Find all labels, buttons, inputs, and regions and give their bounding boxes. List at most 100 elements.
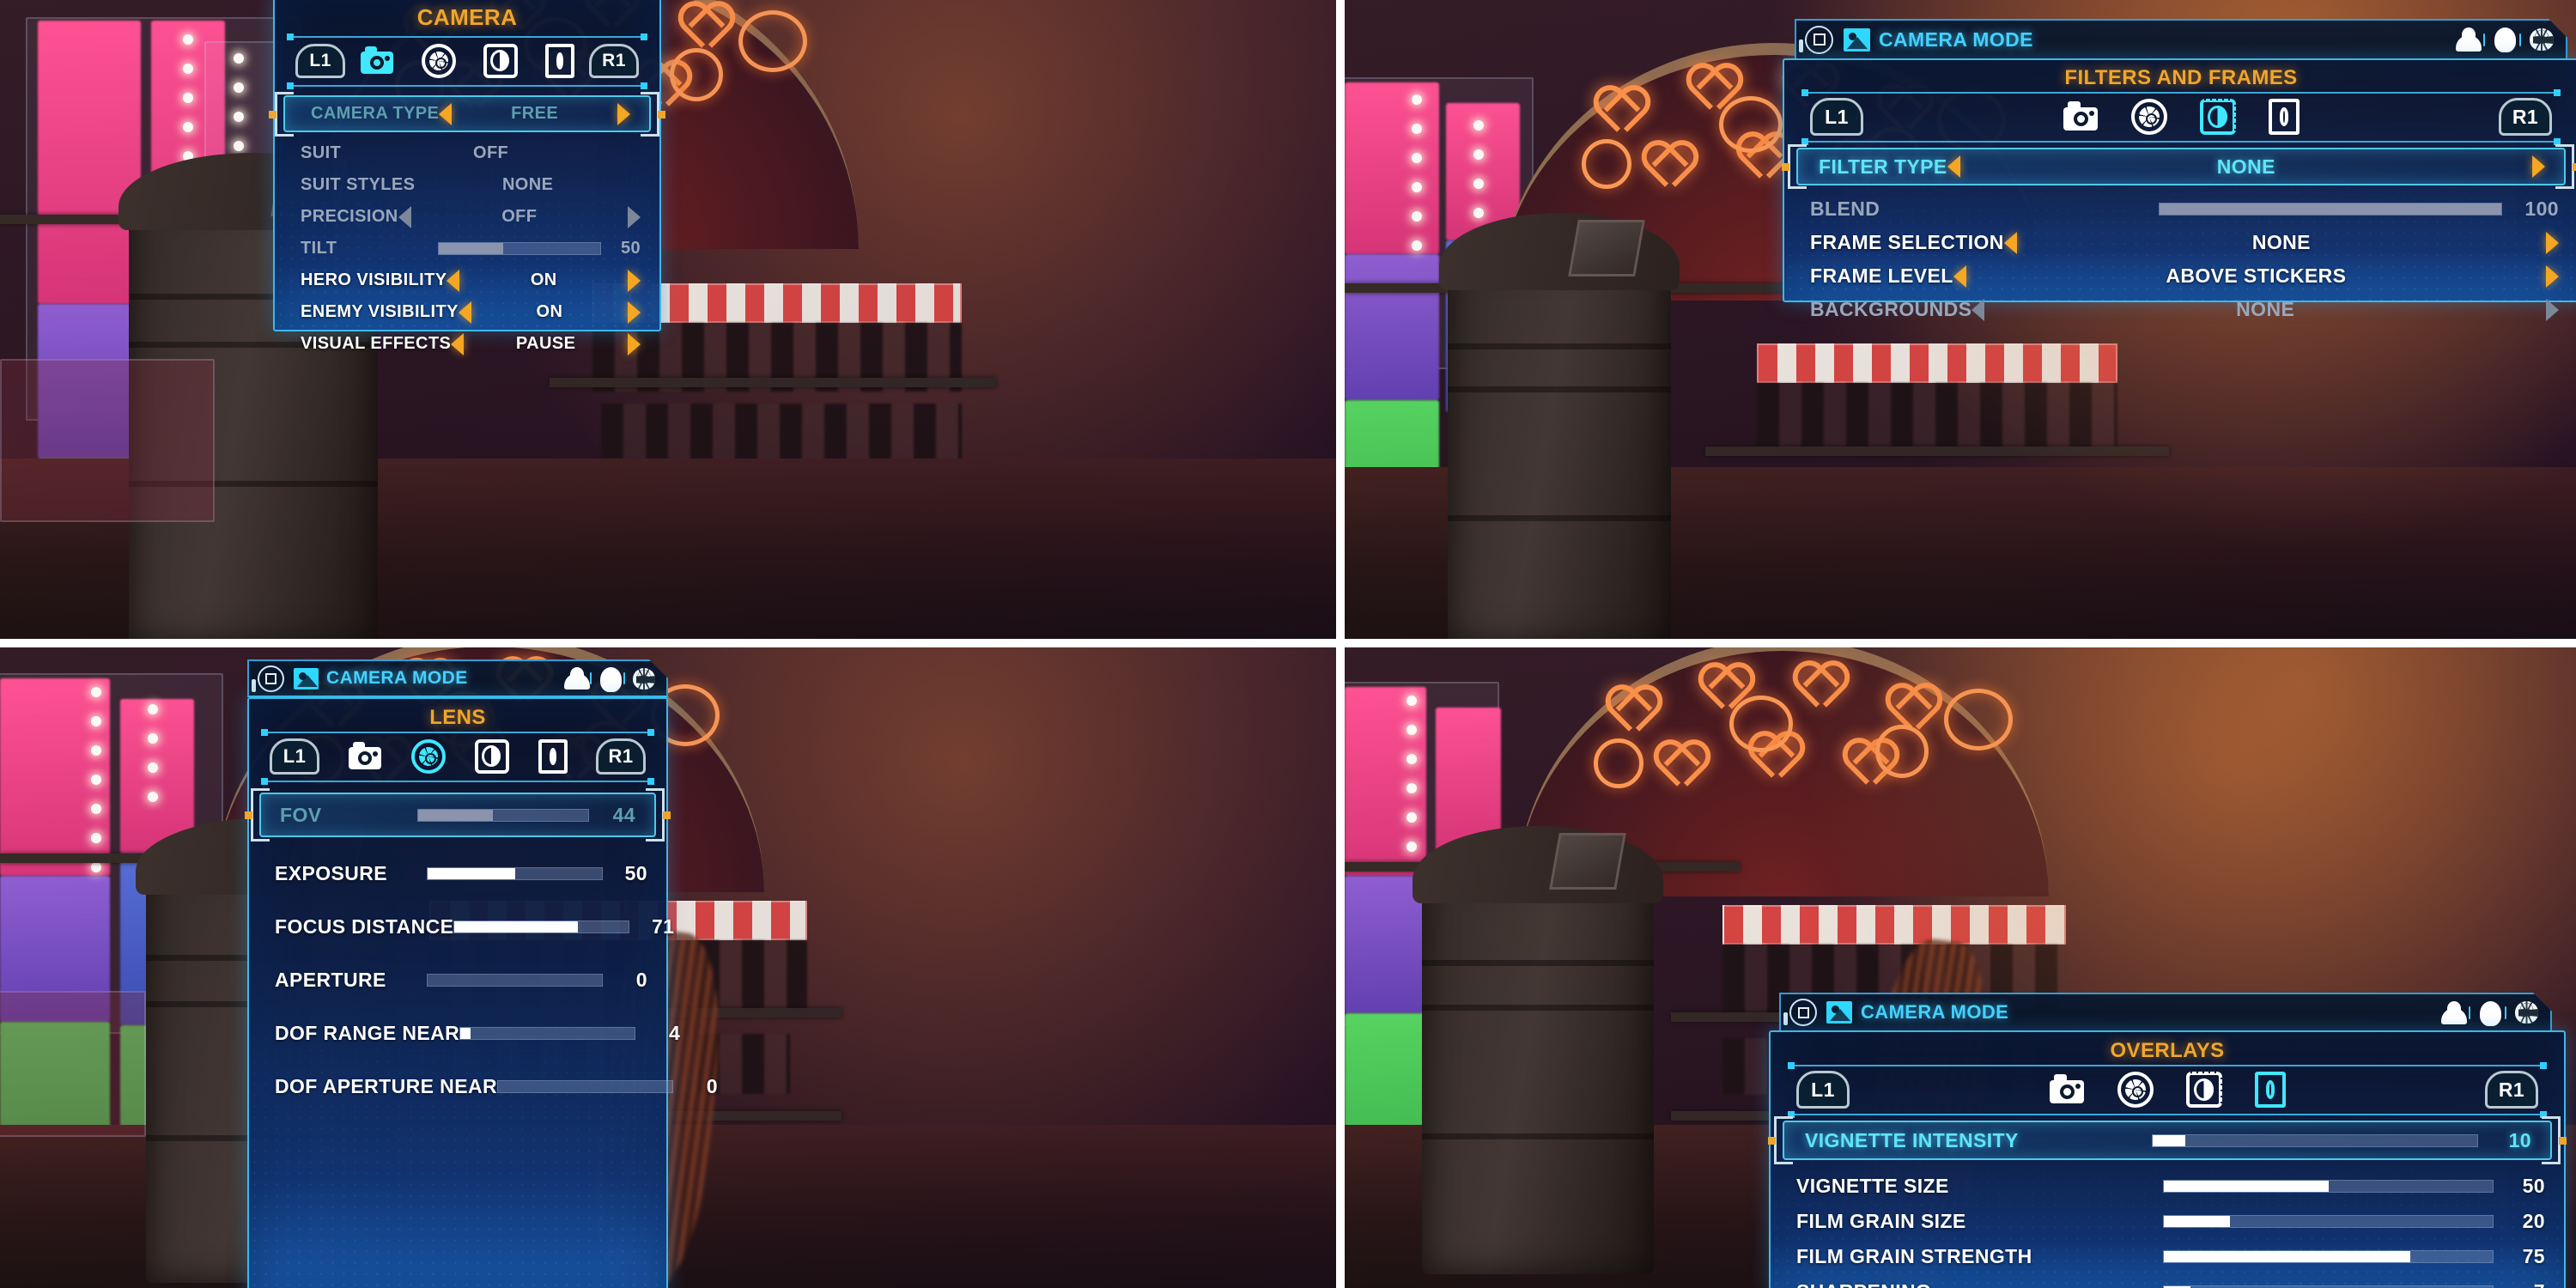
spider-mask-icon[interactable] (2515, 1001, 2538, 1024)
row-suit[interactable]: SUIT OFF (275, 137, 659, 169)
exposure-slider[interactable] (427, 866, 603, 880)
settings-rows: FILTER TYPE NONE BLEND 100 FRAME SELECTI… (1782, 144, 2576, 333)
row-suit-styles[interactable]: SUIT STYLES NONE (275, 169, 659, 201)
row-visual-effects[interactable]: VISUAL EFFECTS PAUSE (275, 328, 659, 360)
row-film-grain-size[interactable]: FILM GRAIN SIZE 20 (1771, 1204, 2564, 1239)
frame-icon[interactable] (2269, 99, 2300, 135)
square-button-icon[interactable] (258, 665, 284, 692)
row-dof-range-near[interactable]: DOF RANGE NEAR 4 (249, 1016, 680, 1050)
camera-icon[interactable] (2049, 1072, 2085, 1108)
next-arrow-icon[interactable] (628, 269, 641, 292)
row-blend[interactable]: BLEND 100 (1784, 192, 2576, 226)
film-grain-strength-slider[interactable] (2163, 1250, 2494, 1263)
tilt-slider[interactable] (438, 242, 601, 255)
aperture-icon[interactable] (2131, 99, 2167, 135)
row-sharpening[interactable]: SHARPENING 7 (1771, 1274, 2564, 1288)
prev-arrow-icon[interactable] (439, 102, 453, 125)
row-label: EXPOSURE (275, 861, 388, 884)
row-label: SHARPENING (1796, 1280, 1931, 1288)
lightbulb-icon[interactable] (2479, 1001, 2496, 1024)
filter-icon[interactable] (2186, 1072, 2222, 1108)
row-film-grain-strength[interactable]: FILM GRAIN STRENGTH 75 (1771, 1239, 2564, 1274)
bumper-l1[interactable]: L1 (295, 44, 345, 78)
person-icon[interactable] (2441, 1001, 2460, 1024)
next-arrow-icon[interactable] (617, 102, 630, 125)
bumper-r1[interactable]: R1 (2499, 98, 2552, 136)
spider-mask-icon[interactable] (2530, 28, 2554, 51)
bumper-l1[interactable]: L1 (1810, 98, 1863, 136)
row-label: HERO VISIBILITY (301, 270, 447, 289)
focus-distance-slider[interactable] (453, 920, 630, 933)
next-arrow-icon[interactable] (628, 332, 641, 355)
next-arrow-icon[interactable] (2532, 155, 2545, 178)
row-exposure[interactable]: EXPOSURE 50 (249, 856, 666, 890)
row-enemy-visibility[interactable]: ENEMY VISIBILITY ON (275, 296, 659, 328)
frame-icon[interactable] (2255, 1072, 2286, 1108)
fov-slider[interactable] (417, 808, 589, 822)
prev-arrow-icon[interactable] (1971, 298, 1985, 321)
prev-arrow-icon[interactable] (2003, 231, 2017, 254)
row-frame-selection[interactable]: FRAME SELECTION NONE (1784, 226, 2576, 259)
next-arrow-icon[interactable] (628, 301, 641, 324)
bumper-r1[interactable]: R1 (2485, 1071, 2538, 1109)
prev-arrow-icon[interactable] (447, 269, 460, 292)
lightbulb-icon[interactable] (599, 667, 616, 690)
frame-icon[interactable] (538, 739, 568, 774)
settings-rows: CAMERA TYPE FREE SUIT OFF SUIT STYLES NO… (269, 91, 665, 368)
divider (2505, 1006, 2506, 1019)
vignette-intensity-slider[interactable] (2152, 1133, 2478, 1147)
row-filter-type[interactable]: FILTER TYPE NONE (1782, 144, 2576, 189)
row-precision[interactable]: PRECISION OFF (275, 201, 659, 233)
camera-mode-header-bar: CAMERA MODE (247, 659, 668, 697)
square-button-icon[interactable] (1789, 999, 1817, 1026)
next-arrow-icon[interactable] (2546, 298, 2559, 321)
row-dof-aperture-near[interactable]: DOF APERTURE NEAR 0 (249, 1069, 718, 1103)
aperture-slider[interactable] (427, 973, 603, 987)
prev-arrow-icon[interactable] (1947, 155, 1960, 178)
prev-arrow-icon[interactable] (458, 301, 471, 324)
prev-arrow-icon[interactable] (451, 332, 465, 355)
bumper-r1[interactable]: R1 (596, 738, 646, 775)
row-camera-type[interactable]: CAMERA TYPE FREE (269, 91, 665, 137)
row-vignette-size[interactable]: VIGNETTE SIZE 50 (1771, 1169, 2564, 1204)
blend-slider[interactable] (2159, 203, 2502, 216)
bumper-l1[interactable]: L1 (270, 738, 319, 775)
dof-range-near-slider[interactable] (459, 1026, 636, 1040)
row-fov[interactable]: FOV 44 (245, 788, 671, 841)
next-arrow-icon[interactable] (628, 205, 641, 228)
filter-icon[interactable] (483, 44, 518, 78)
prev-arrow-icon[interactable] (1953, 264, 1966, 288)
film-grain-size-slider[interactable] (2163, 1215, 2494, 1228)
row-vignette-intensity[interactable]: VIGNETTE INTENSITY 10 (1768, 1116, 2567, 1164)
bumper-r1[interactable]: R1 (589, 44, 639, 78)
filter-icon[interactable] (475, 739, 509, 774)
camera-icon[interactable] (2063, 99, 2099, 135)
row-backgrounds[interactable]: BACKGROUNDS NONE (1784, 293, 2576, 326)
next-arrow-icon[interactable] (2546, 264, 2560, 288)
square-button-icon[interactable] (1805, 26, 1833, 54)
frame-icon[interactable] (545, 44, 574, 78)
dof-aperture-near-slider[interactable] (496, 1079, 673, 1093)
spider-mask-icon[interactable] (633, 668, 655, 690)
row-tilt[interactable]: TILT 50 (275, 233, 659, 264)
prev-arrow-icon[interactable] (398, 205, 411, 228)
next-arrow-icon[interactable] (2546, 231, 2559, 254)
row-aperture[interactable]: APERTURE 0 (249, 963, 666, 997)
aperture-icon[interactable] (411, 739, 446, 774)
vignette-size-slider[interactable] (2163, 1180, 2494, 1193)
aperture-icon[interactable] (422, 44, 456, 78)
camera-icon[interactable] (348, 739, 382, 774)
row-value: NONE (501, 175, 554, 194)
person-icon[interactable] (564, 667, 582, 690)
bumper-l1[interactable]: L1 (1796, 1071, 1850, 1109)
person-icon[interactable] (2456, 27, 2475, 52)
filter-icon[interactable] (2200, 99, 2236, 135)
aperture-icon[interactable] (2117, 1072, 2154, 1108)
row-value: 50 (620, 239, 641, 258)
row-hero-visibility[interactable]: HERO VISIBILITY ON (275, 264, 659, 296)
row-focus-distance[interactable]: FOCUS DISTANCE 71 (249, 909, 674, 944)
photo-icon (294, 668, 319, 690)
lightbulb-icon[interactable] (2494, 27, 2511, 52)
row-frame-level[interactable]: FRAME LEVEL ABOVE STICKERS (1784, 259, 2576, 293)
camera-icon[interactable] (360, 44, 394, 78)
